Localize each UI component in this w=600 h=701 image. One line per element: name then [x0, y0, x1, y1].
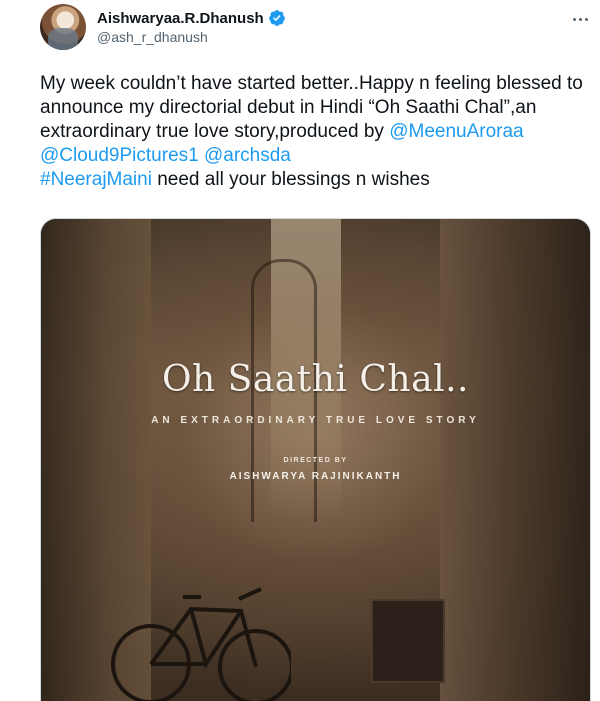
hashtag-link[interactable]: #NeerajMaini [40, 169, 152, 190]
tweet-text-segment: need all your blessings n wishes [151, 169, 430, 190]
bicycle-icon [111, 587, 291, 701]
poster-title: Oh Saathi Chal.. [162, 359, 469, 400]
more-options-icon[interactable] [567, 8, 593, 30]
poster-directed-by-label: DIRECTED BY [283, 457, 348, 464]
mention-link[interactable]: @archsda [204, 145, 291, 166]
mention-link[interactable]: @MeenuAroraa [389, 121, 523, 142]
author-name-row: Aishwaryaa.R.Dhanush [97, 8, 286, 28]
poster-crate [371, 599, 445, 683]
poster-tagline: AN EXTRAORDINARY TRUE LOVE STORY [151, 415, 480, 426]
tweet[interactable]: Aishwaryaa.R.Dhanush @ash_r_dhanush My w… [0, 0, 600, 701]
author-display-name[interactable]: Aishwaryaa.R.Dhanush [97, 10, 264, 27]
tweet-media-poster[interactable]: Oh Saathi Chal.. AN EXTRAORDINARY TRUE L… [40, 218, 591, 701]
poster-director: AISHWARYA RAJINIKANTH [229, 471, 402, 482]
verified-badge-icon [268, 9, 286, 27]
mention-link[interactable]: @Cloud9Pictures1 [40, 145, 199, 166]
tweet-text: My week couldn’t have started better..Ha… [40, 72, 590, 192]
avatar[interactable] [40, 4, 86, 50]
author-handle[interactable]: @ash_r_dhanush [97, 29, 208, 45]
